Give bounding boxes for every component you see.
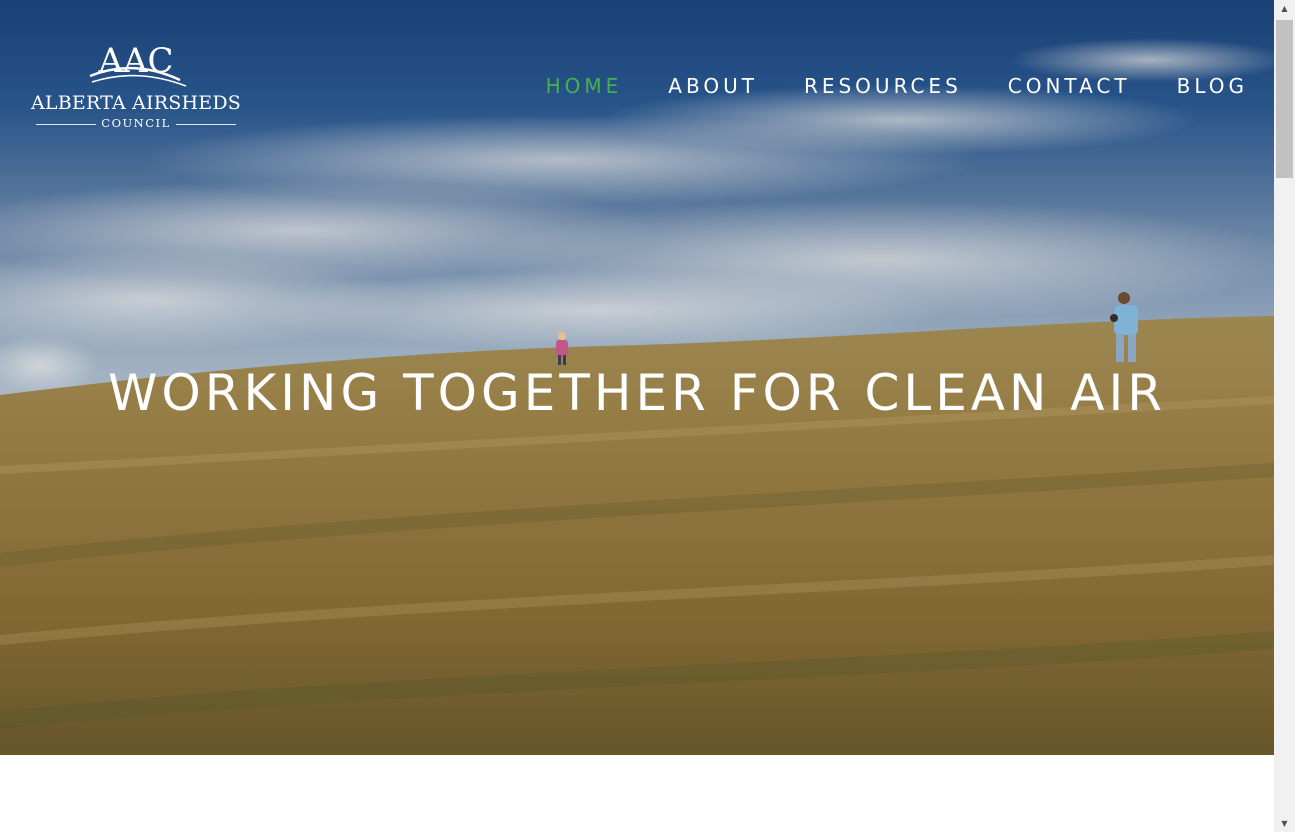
nav-item-blog[interactable]: BLOG <box>1177 74 1248 98</box>
logo-name-line1: ALBERTA AIRSHEDS <box>31 92 241 114</box>
svg-text:AAC: AAC <box>97 41 173 81</box>
logo-name-line2: COUNCIL <box>101 116 171 130</box>
main-navigation: HOME ABOUT RESOURCES CONTACT BLOG <box>500 74 1248 98</box>
logo-rule-right <box>176 124 236 125</box>
content-area <box>0 755 1274 832</box>
scroll-down-arrow-icon[interactable]: ▼ <box>1274 815 1295 832</box>
aac-monogram-logo-icon: AAC <box>89 41 187 87</box>
page-viewport: AAC ALBERTA AIRSHEDS COUNCIL HOME ABOUT … <box>0 0 1274 832</box>
page-scrollbar[interactable]: ▲ ▼ <box>1274 0 1295 832</box>
scroll-up-arrow-icon[interactable]: ▲ <box>1274 0 1295 17</box>
nav-item-resources[interactable]: RESOURCES <box>804 74 962 98</box>
hero-banner: AAC ALBERTA AIRSHEDS COUNCIL HOME ABOUT … <box>0 0 1274 755</box>
nav-item-contact[interactable]: CONTACT <box>1008 74 1131 98</box>
hero-headline: WORKING TOGETHER FOR CLEAN AIR <box>107 364 1166 422</box>
nav-item-home[interactable]: HOME <box>546 74 623 98</box>
site-logo[interactable]: AAC ALBERTA AIRSHEDS COUNCIL <box>30 36 242 134</box>
nav-item-about[interactable]: ABOUT <box>668 74 758 98</box>
scrollbar-thumb[interactable] <box>1276 20 1293 178</box>
